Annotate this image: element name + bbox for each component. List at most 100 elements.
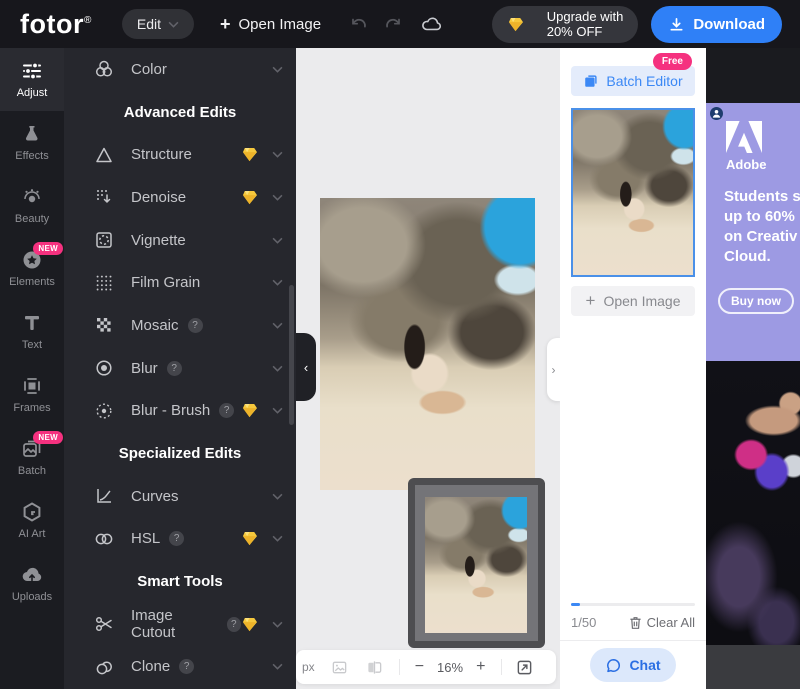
clone-icon [94,657,114,677]
top-bar: fotor® Edit + Open Image Upgrade with 20… [0,0,800,48]
ad-info-icon[interactable] [710,107,723,120]
upgrade-label: Upgrade with 20% OFF [547,9,624,39]
tool-mosaic[interactable]: Mosaic ? [64,304,296,347]
batch-editor-button[interactable]: Batch Editor [571,66,695,96]
open-image-label: Open Image [239,16,322,33]
zoom-in-button[interactable]: + [476,659,485,675]
help-icon[interactable]: ? [167,361,182,376]
tool-hsl[interactable]: HSL ? [64,518,296,561]
canvas-image[interactable] [320,198,535,490]
redo-icon[interactable] [383,14,403,34]
batch-panel: Free Batch Editor + Open Image 1/50 Clea… [560,48,706,689]
upgrade-button[interactable]: Upgrade with 20% OFF [492,6,639,43]
chevron-right-icon: › [552,363,556,377]
sidebar-item-elements[interactable]: NEW Elements [0,237,64,300]
chat-label: Chat [629,657,660,673]
help-icon[interactable]: ? [179,659,194,674]
plus-icon: + [220,14,231,35]
section-header-smart-tools: Smart Tools [64,560,296,603]
tools-scrollbar[interactable] [289,285,294,425]
sidebar-label: Batch [18,465,46,477]
sidebar-item-text[interactable]: Text [0,300,64,363]
tool-vignette[interactable]: Vignette [64,219,296,262]
tool-clone[interactable]: Clone ? [64,646,296,689]
tool-curves[interactable]: Curves [64,475,296,518]
ai-art-icon [21,501,43,523]
batch-thumbnail[interactable] [571,108,695,277]
divider [501,659,502,675]
batch-open-image-label: Open Image [603,293,680,309]
chat-button[interactable]: Chat [590,648,676,682]
tool-structure[interactable]: Structure [64,133,296,176]
text-icon [21,312,43,334]
chat-bubble-icon [605,657,622,674]
help-icon[interactable]: ? [188,318,203,333]
blur-icon [94,358,114,378]
batch-editor-label: Batch Editor [606,73,682,89]
edit-menu-button[interactable]: Edit [122,9,194,39]
plus-icon: + [586,291,596,311]
dancer-ad-image[interactable] [706,361,800,645]
clear-all-button[interactable]: Clear All [629,615,695,630]
pro-diamond-icon [241,190,258,205]
undo-icon[interactable] [349,14,369,34]
color-icon [94,59,114,79]
edit-menu-label: Edit [137,16,161,32]
collapse-right-panel-tab[interactable]: › [547,338,560,401]
sidebar-item-frames[interactable]: Frames [0,363,64,426]
blur-brush-icon [94,401,114,421]
divider [399,659,400,675]
download-button[interactable]: Download [651,6,782,43]
sidebar-label: Frames [13,402,50,414]
chevron-down-icon [272,493,283,500]
diamond-icon [507,17,524,32]
sidebar-label: Uploads [12,591,52,603]
help-icon[interactable]: ? [227,617,241,632]
batch-open-image-button[interactable]: + Open Image [571,286,695,316]
new-badge: NEW [33,431,63,444]
tool-blur-brush[interactable]: Blur - Brush ? [64,390,296,433]
navigator-preview-panel[interactable] [408,478,545,648]
trash-icon [629,616,642,630]
tool-label: Blur - Brush [131,402,210,419]
cloud-save-icon[interactable] [421,15,443,33]
sidebar-item-uploads[interactable]: Uploads [0,552,64,615]
open-image-button[interactable]: + Open Image [220,14,321,35]
fit-screen-icon[interactable] [516,659,533,676]
free-badge: Free [653,53,692,70]
batch-progress-bar [571,603,695,606]
chevron-down-icon [272,66,283,73]
new-badge: NEW [33,242,63,255]
ad-headline: Students s up to 60% on Creativ Cloud. [724,187,800,267]
collapse-tools-panel-tab[interactable]: ‹ [296,333,316,401]
image-preview-icon[interactable] [331,659,348,676]
buy-now-button[interactable]: Buy now [718,288,794,314]
tool-denoise[interactable]: Denoise [64,176,296,219]
compare-icon[interactable] [366,659,383,676]
sidebar-label: Elements [9,276,55,288]
mosaic-icon [94,315,114,335]
zoom-out-button[interactable]: − [415,659,424,675]
sidebar-item-batch[interactable]: NEW Batch [0,426,64,489]
tool-blur[interactable]: Blur ? [64,347,296,390]
sidebar-item-adjust[interactable]: Adjust [0,48,64,111]
help-icon[interactable]: ? [219,403,234,418]
adobe-ad[interactable]: Adobe Students s up to 60% on Creativ Cl… [706,103,800,361]
batch-progress-fill [571,603,580,606]
chevron-down-icon [272,279,283,286]
help-icon[interactable]: ? [169,531,184,546]
tool-color[interactable]: Color [64,48,296,91]
sidebar-item-effects[interactable]: Effects [0,111,64,174]
sidebar-item-ai-art[interactable]: AI Art [0,489,64,552]
hsl-icon [94,529,114,549]
tool-film-grain[interactable]: Film Grain [64,261,296,304]
tool-image-cutout[interactable]: Image Cutout ? [64,603,296,646]
ad-column: Adobe Students s up to 60% on Creativ Cl… [706,48,800,689]
denoise-icon [94,187,114,207]
chevron-down-icon [272,194,283,201]
section-header-specialized-edits: Specialized Edits [64,432,296,475]
sidebar-item-beauty[interactable]: Beauty [0,174,64,237]
tool-label: Blur [131,360,158,377]
adobe-logo-icon [726,121,762,153]
tool-label: HSL [131,530,160,547]
